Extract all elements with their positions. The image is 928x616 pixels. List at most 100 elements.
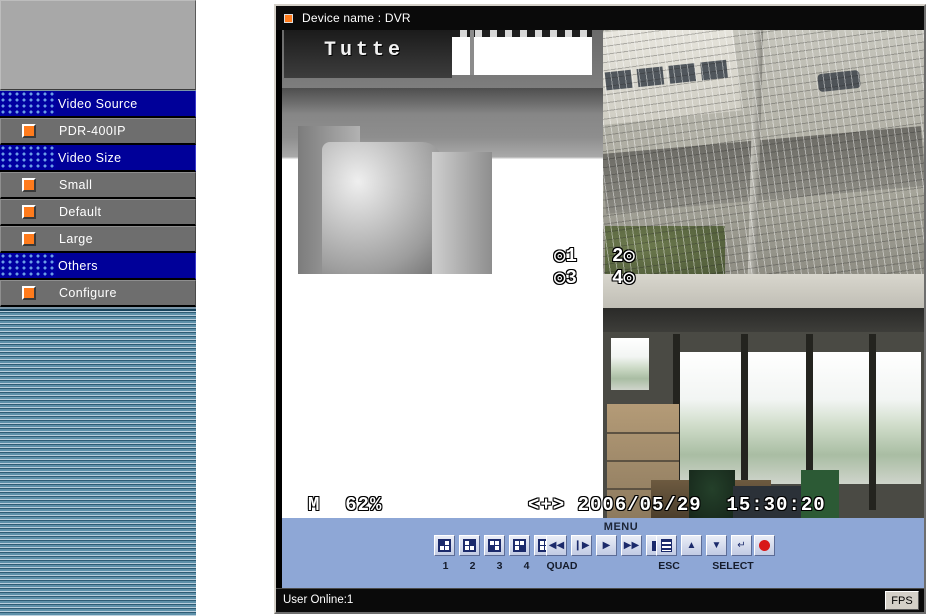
sidebar-item-pdr-400ip[interactable]: PDR-400IP xyxy=(0,118,196,145)
camera-1-scene: Tutte xyxy=(282,30,603,274)
quad-cell-1-icon xyxy=(438,539,451,552)
sidebar-item-label: Configure xyxy=(59,286,117,300)
quad-cell-3-icon xyxy=(488,539,501,552)
sidebar-logo-area xyxy=(0,0,196,90)
play-icon: ▶ xyxy=(602,539,611,551)
scene-window-glass xyxy=(611,338,649,390)
camera-1-caption: 1 xyxy=(442,560,449,572)
playback-button-group: ◀◀ ❙▶ ▶ ▶▶ xyxy=(546,535,667,556)
camera-1-button[interactable] xyxy=(434,535,455,556)
camera-2-scene xyxy=(603,30,924,274)
video-cell-camera-1[interactable]: Tutte xyxy=(282,30,603,274)
step-frame-icon: ❙▶ xyxy=(573,539,590,551)
scene-tube xyxy=(322,142,442,274)
orange-bullet-icon-wrap xyxy=(1,227,57,251)
sidebar-item-video-source[interactable]: Video Source xyxy=(0,91,196,118)
orange-bullet-icon xyxy=(22,124,36,138)
orange-bullet-icon xyxy=(22,286,36,300)
scene-bin xyxy=(801,470,839,518)
camera-3-button[interactable] xyxy=(484,535,505,556)
sidebar-item-label: PDR-400IP xyxy=(59,124,126,138)
sidebar-panel: Video Source PDR-400IP Video Size Small xyxy=(0,0,196,616)
rewind-icon: ◀◀ xyxy=(548,539,565,551)
orange-bullet-icon xyxy=(22,205,36,219)
video-cell-camera-4[interactable] xyxy=(603,274,924,518)
dotted-pattern-icon xyxy=(0,145,56,170)
camera-4-scene xyxy=(603,274,924,518)
scene-window-glass xyxy=(748,352,806,484)
orange-bullet-icon xyxy=(22,178,36,192)
scene-plant xyxy=(689,470,735,518)
video-cell-camera-2[interactable] xyxy=(603,30,924,274)
camera-3-caption: 3 xyxy=(496,560,503,572)
fast-forward-button[interactable]: ▶▶ xyxy=(621,535,642,556)
orange-bullet-icon-wrap xyxy=(1,200,57,224)
scene-window-glass xyxy=(679,352,741,484)
orange-bullet-icon-wrap xyxy=(1,119,57,143)
step-frame-button[interactable]: ❙▶ xyxy=(571,535,592,556)
sidebar-item-label: Small xyxy=(59,178,93,192)
fps-button-label: FPS xyxy=(891,594,913,607)
control-button-rows: 1 2 3 4 QUAD ◀◀ ❙▶ ▶ ▶▶ ▲ ▼ ↵ ESC SELECT xyxy=(282,535,924,590)
scene-shadow xyxy=(282,88,603,114)
sidebar-menu-list: Video Source PDR-400IP Video Size Small xyxy=(0,91,196,307)
sidebar-item-label: Large xyxy=(59,232,93,246)
dotted-pattern-icon xyxy=(0,253,56,278)
scene-box-edge xyxy=(607,460,679,462)
record-button[interactable] xyxy=(754,535,775,556)
orange-square-icon xyxy=(284,13,293,23)
sidebar-item-label: Others xyxy=(58,258,98,273)
up-button[interactable]: ▲ xyxy=(681,535,702,556)
menu-caption-label: MENU xyxy=(282,521,924,533)
scene-box-edge xyxy=(607,432,679,434)
sidebar-item-default[interactable]: Default xyxy=(0,199,196,226)
quad-cell-2-icon xyxy=(463,539,476,552)
triangle-down-icon: ▼ xyxy=(711,539,722,551)
menu-button[interactable] xyxy=(656,535,677,556)
down-button[interactable]: ▼ xyxy=(706,535,727,556)
rewind-button[interactable]: ◀◀ xyxy=(546,535,567,556)
sidebar-item-configure[interactable]: Configure xyxy=(0,280,196,307)
device-name-label: Device name : DVR xyxy=(302,11,411,25)
sidebar-item-small[interactable]: Small xyxy=(0,172,196,199)
scene-mullion xyxy=(869,334,876,510)
camera-3-scene xyxy=(282,274,603,518)
sidebar-item-video-size[interactable]: Video Size xyxy=(0,145,196,172)
sidebar-item-label: Video Source xyxy=(58,96,138,111)
record-dot-icon xyxy=(759,540,770,551)
select-caption: SELECT xyxy=(712,560,754,572)
scene-beam xyxy=(603,308,924,334)
screen: Video Source PDR-400IP Video Size Small xyxy=(0,0,928,616)
dvr-viewer-window: Device name : DVR Tutte ◎1 2◎ ◎3 4◎ M 62… xyxy=(274,4,926,614)
camera-layout-button-group xyxy=(434,535,555,556)
navigation-button-group: ▲ ▼ ↵ xyxy=(656,535,752,556)
camera-4-button[interactable] xyxy=(509,535,530,556)
enter-button[interactable]: ↵ xyxy=(731,535,752,556)
orange-bullet-icon-wrap xyxy=(1,173,57,197)
fps-button[interactable]: FPS xyxy=(885,591,919,610)
esc-caption: ESC xyxy=(658,560,680,572)
scene-fence-mesh xyxy=(603,30,924,274)
camera-2-caption: 2 xyxy=(469,560,476,572)
sidebar-item-label: Video Size xyxy=(58,150,122,165)
dotted-pattern-icon xyxy=(0,91,56,116)
orange-bullet-icon xyxy=(22,232,36,246)
scene-window-glass xyxy=(875,352,921,484)
camera-2-button[interactable] xyxy=(459,535,480,556)
scene-window-glass xyxy=(813,352,869,484)
camera-button-captions: 1 2 3 4 QUAD xyxy=(434,560,582,572)
sidebar-item-large[interactable]: Large xyxy=(0,226,196,253)
list-menu-icon xyxy=(661,539,672,552)
play-button[interactable]: ▶ xyxy=(596,535,617,556)
video-quad-area[interactable]: Tutte ◎1 2◎ ◎3 4◎ M 62% <+> 2006/05/29 1… xyxy=(282,30,924,518)
sidebar-item-label: Default xyxy=(59,205,102,219)
scene-tube-2 xyxy=(432,152,492,274)
quad-cell-4-icon xyxy=(513,539,526,552)
video-cell-camera-3[interactable] xyxy=(282,274,603,518)
dvr-status-bar: User Online:1 FPS xyxy=(276,588,924,612)
enter-arrow-icon: ↵ xyxy=(737,539,746,551)
user-online-status: User Online:1 xyxy=(283,594,354,606)
sidebar-item-others[interactable]: Others xyxy=(0,253,196,280)
monitor-osd-text: Tutte xyxy=(324,39,405,62)
sidebar-filler-texture xyxy=(0,309,196,616)
